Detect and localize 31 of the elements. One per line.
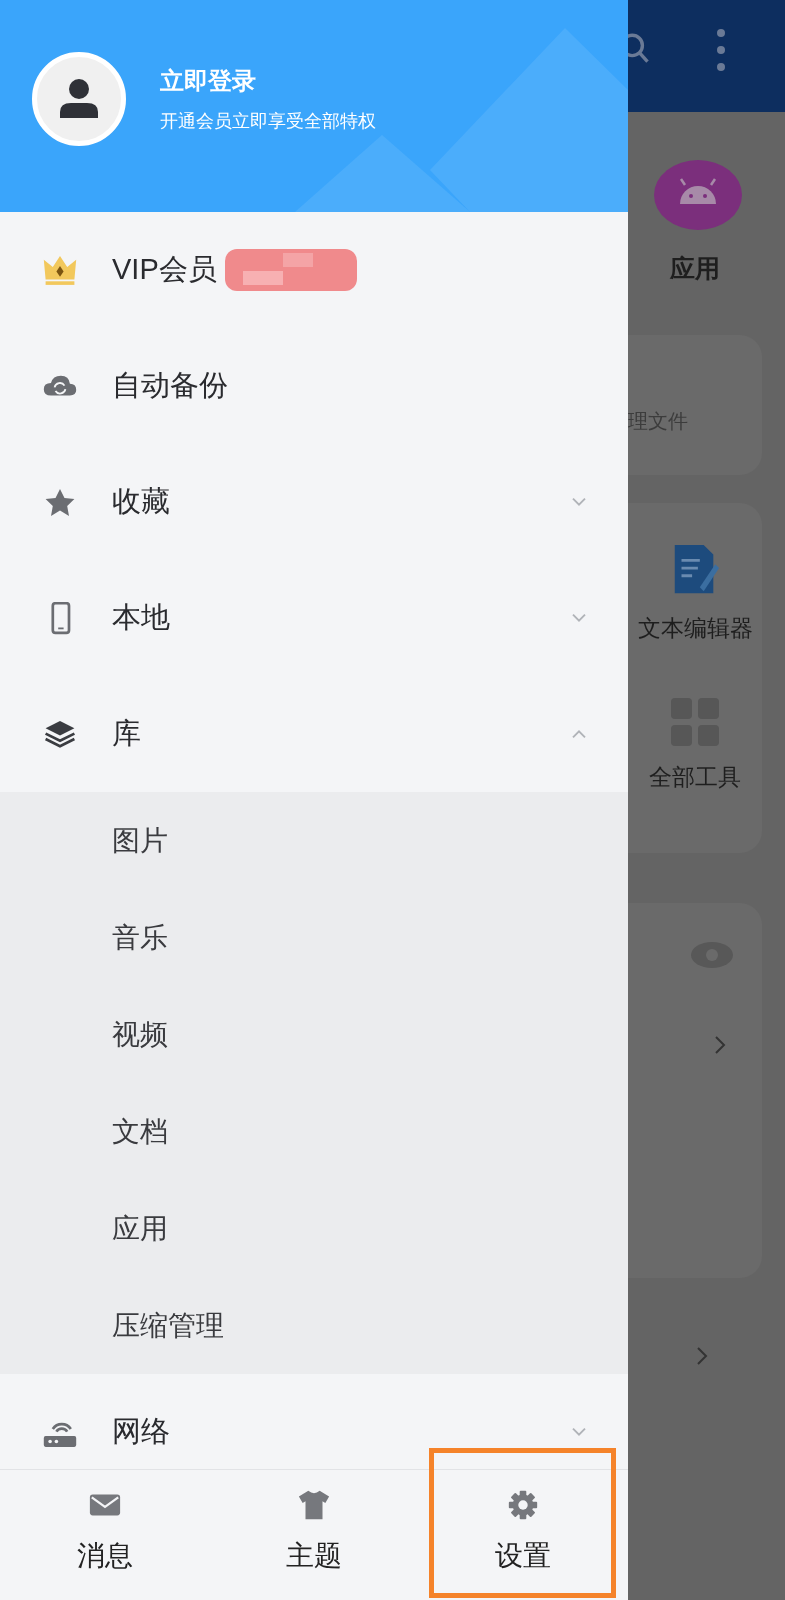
app-label: 应用: [670, 253, 720, 284]
submenu-item[interactable]: 图片: [0, 792, 628, 889]
android-icon[interactable]: [654, 160, 742, 230]
menu-item[interactable]: 自动备份: [0, 328, 628, 444]
menu-label: 本地: [112, 600, 170, 635]
chevron-icon[interactable]: [696, 1346, 708, 1366]
menu-item[interactable]: 网络: [0, 1374, 628, 1469]
menu-item[interactable]: VIP会员: [0, 212, 628, 328]
tool-label: 全部工具: [649, 763, 741, 792]
menu-item[interactable]: 库: [0, 676, 628, 792]
menu-label: VIP会员: [112, 252, 217, 287]
nav-tab[interactable]: 消息: [0, 1470, 210, 1600]
submenu-item[interactable]: 应用: [0, 1180, 628, 1277]
submenu-item[interactable]: 视频: [0, 986, 628, 1083]
menu-label: 自动备份: [112, 368, 228, 403]
nav-tab[interactable]: 主题: [209, 1470, 419, 1600]
menu-label: 收藏: [112, 484, 170, 519]
more-icon[interactable]: [716, 28, 726, 72]
chevron-icon[interactable]: [714, 1035, 726, 1055]
submenu-item[interactable]: 音乐: [0, 889, 628, 986]
menu-label: 网络: [112, 1414, 170, 1449]
tool-label: 文本编辑器: [637, 614, 753, 643]
login-subtitle: 开通会员立即享受全部特权: [160, 110, 376, 133]
submenu-item[interactable]: 文档: [0, 1083, 628, 1180]
menu-label: 库: [112, 716, 141, 751]
submenu-item[interactable]: 压缩管理: [0, 1277, 628, 1374]
menu-item[interactable]: 收藏: [0, 444, 628, 560]
person-icon: [57, 77, 101, 121]
menu-item[interactable]: 本地: [0, 560, 628, 676]
nav-tab[interactable]: 设置: [418, 1470, 628, 1600]
shirt-icon: [297, 1489, 331, 1521]
